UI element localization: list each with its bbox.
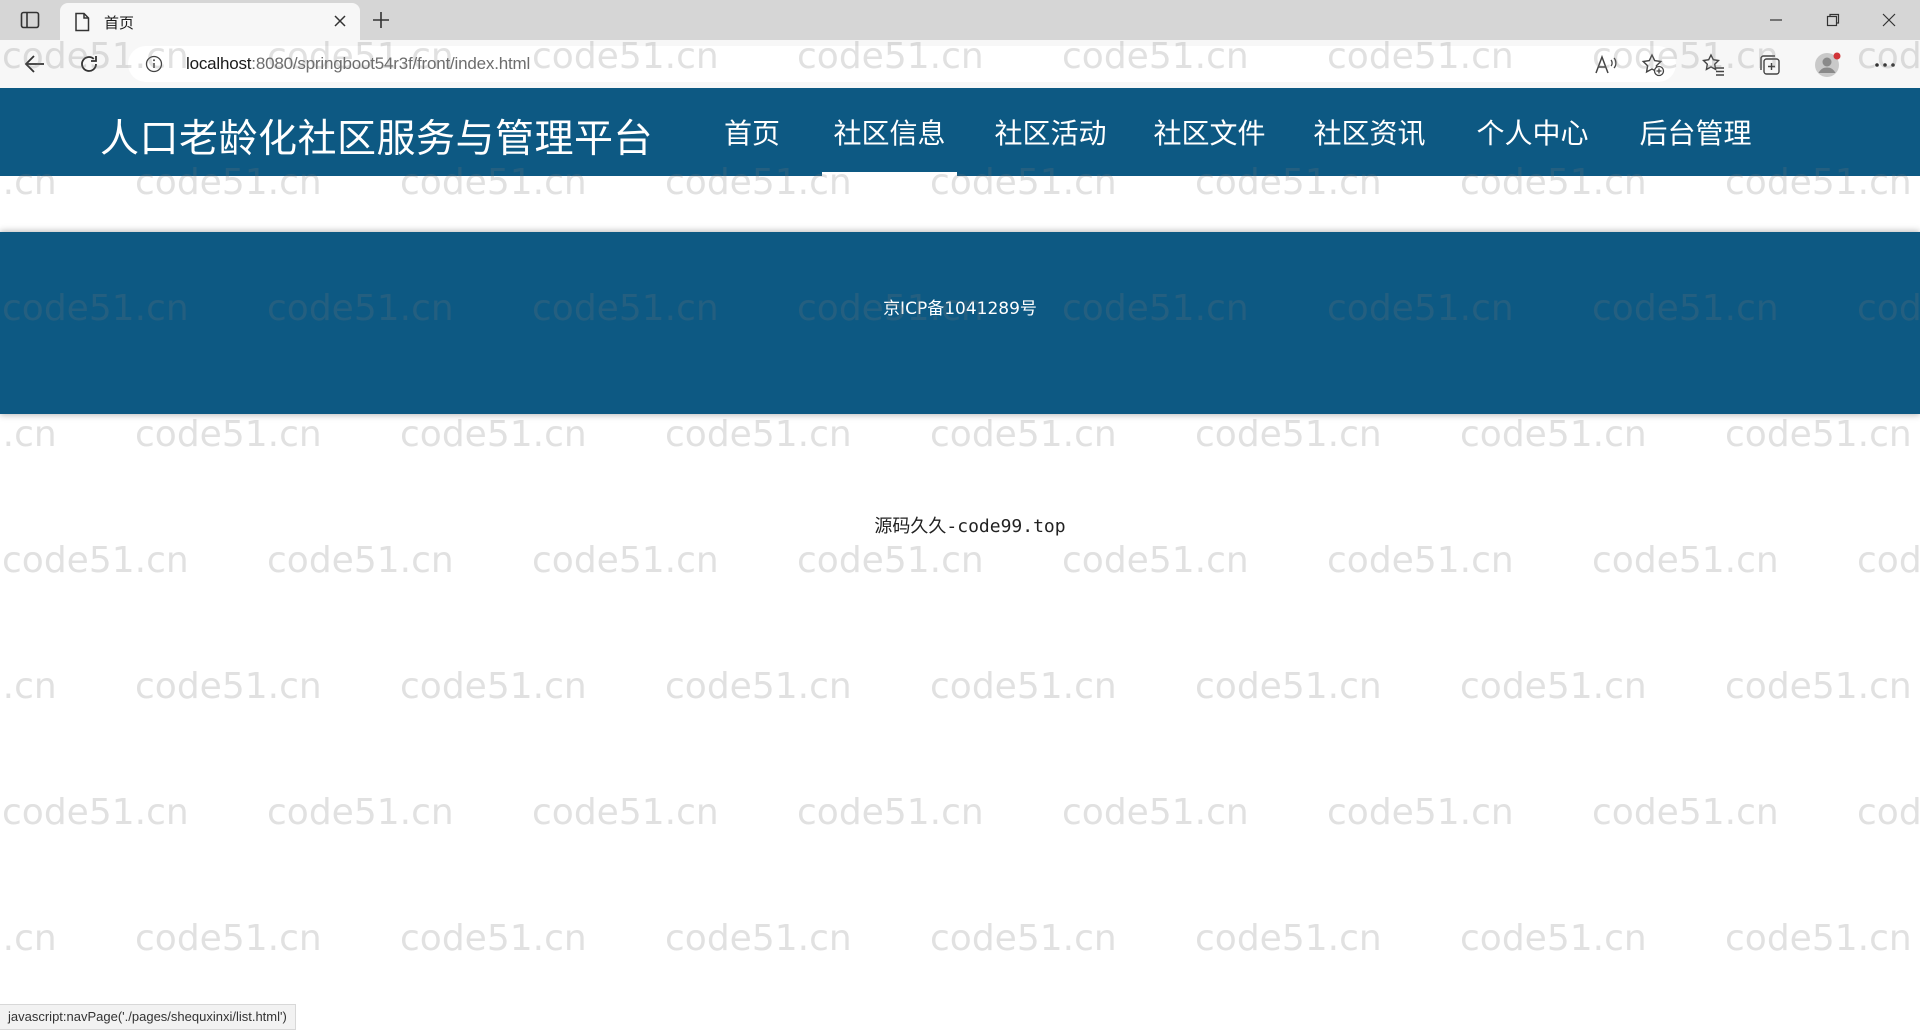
watermark-text: code51.cn <box>930 918 1117 959</box>
nav-admin[interactable]: 后台管理 <box>1628 88 1763 176</box>
watermark-row: code51.cn code51.cn code51.cn code51.cn code… <box>2 792 1920 833</box>
close-window-icon[interactable] <box>1866 6 1912 34</box>
watermark-text: code51.cn <box>532 792 719 833</box>
watermark-text: code51.cn <box>1460 918 1647 959</box>
browser-tab-bar: 首页 <box>0 0 1920 40</box>
new-tab-button[interactable] <box>368 7 394 33</box>
watermark-text: code51.cn <box>1725 666 1912 707</box>
content-area <box>0 176 1920 232</box>
watermark-text: code51.cn <box>1460 666 1647 707</box>
watermark-text: code51.cn <box>1725 918 1912 959</box>
watermark-row: code51.cn code51.cn code51.cn code51.cn code… <box>0 918 1920 959</box>
nav-community-activity[interactable]: 社区活动 <box>983 88 1118 176</box>
site-header: 人口老龄化社区服务与管理平台 首页 社区信息 社区活动 社区文件 社区资讯 个人… <box>0 88 1920 176</box>
favorites-icon[interactable] <box>1699 50 1729 80</box>
watermark-text: code51.cn <box>930 666 1117 707</box>
site-info-icon[interactable] <box>145 55 163 77</box>
watermark-text: code51.cn <box>1327 540 1514 581</box>
icp-record: 京ICP备1041289号 <box>883 299 1037 319</box>
watermark-text: code51.cn <box>135 666 322 707</box>
add-favorite-icon[interactable] <box>1638 50 1668 80</box>
watermark-text: code51.cn <box>1195 414 1382 455</box>
nav-personal-center[interactable]: 个人中心 <box>1465 88 1600 176</box>
watermark-text: code51.cn <box>0 918 57 959</box>
nav-community-info[interactable]: 社区信息 <box>822 88 957 176</box>
watermark-text: code51.cn <box>400 666 587 707</box>
watermark-text: code51.cn <box>1592 792 1779 833</box>
nav-community-files[interactable]: 社区文件 <box>1142 88 1277 176</box>
profile-avatar-icon[interactable] <box>1813 50 1843 80</box>
watermark-text: code51.cn <box>135 918 322 959</box>
watermark-text: code51.cn <box>1460 414 1647 455</box>
refresh-icon[interactable] <box>74 50 104 78</box>
watermark-text: code51.cn <box>1062 792 1249 833</box>
read-aloud-icon[interactable] <box>1591 50 1621 80</box>
nav-community-news[interactable]: 社区资讯 <box>1302 88 1437 176</box>
url-text: localhost:8080/springboot54r3f/front/ind… <box>186 54 530 74</box>
browser-tab[interactable]: 首页 <box>60 3 360 40</box>
watermark-text: code51.cn <box>665 918 852 959</box>
footer: 京ICP备1041289号 <box>0 232 1920 414</box>
back-icon[interactable] <box>20 50 50 78</box>
watermark-text: code51.cn <box>400 918 587 959</box>
watermark-text: code51.cn <box>797 792 984 833</box>
watermark-text: code51.cn <box>0 666 57 707</box>
more-options-icon[interactable] <box>1870 50 1900 80</box>
watermark-text: code51.cn <box>1857 792 1920 833</box>
watermark-text: code51.cn <box>0 414 57 455</box>
watermark-text: code51.cn <box>1592 540 1779 581</box>
watermark-text: code51.cn <box>2 540 189 581</box>
restore-icon[interactable] <box>1810 6 1856 34</box>
watermark-text: code51.cn <box>532 540 719 581</box>
watermark-text: code51.cn <box>797 540 984 581</box>
watermark-row: code51.cn code51.cn code51.cn code51.cn code… <box>0 666 1920 707</box>
tab-title: 首页 <box>104 14 135 32</box>
site-title: 人口老龄化社区服务与管理平台 <box>100 117 654 162</box>
watermark-text: code51.cn <box>930 414 1117 455</box>
watermark-text: code51.cn <box>1195 666 1382 707</box>
source-credit: 源码久久-code99.top <box>874 516 1066 537</box>
url-path: :8080/springboot54r3f/front/index.html <box>251 54 531 73</box>
minimize-icon[interactable] <box>1753 6 1799 34</box>
watermark-text: code51.cn <box>400 414 587 455</box>
watermark-text: code51.cn <box>1857 540 1920 581</box>
watermark-row: code51.cn code51.cn code51.cn code51.cn code… <box>0 414 1920 455</box>
watermark-text: code51.cn <box>267 792 454 833</box>
watermark-text: code51.cn <box>267 540 454 581</box>
close-tab-icon[interactable] <box>330 11 350 31</box>
address-bar[interactable]: localhost:8080/springboot54r3f/front/ind… <box>128 46 1676 82</box>
watermark-text: code51.cn <box>1062 540 1249 581</box>
watermark-text: code51.cn <box>665 414 852 455</box>
watermark-text: code51.cn <box>1327 792 1514 833</box>
watermark-text: code51.cn <box>135 414 322 455</box>
watermark-text: code51.cn <box>2 792 189 833</box>
url-host: localhost <box>186 54 252 73</box>
watermark-row: code51.cn code51.cn code51.cn code51.cn code… <box>2 540 1920 581</box>
watermark-text: code51.cn <box>1725 414 1912 455</box>
watermark-text: code51.cn <box>1195 918 1382 959</box>
page-icon <box>74 12 90 36</box>
collections-icon[interactable] <box>1755 50 1785 80</box>
browser-toolbar: localhost:8080/springboot54r3f/front/ind… <box>0 40 1920 89</box>
nav-home[interactable]: 首页 <box>712 88 792 176</box>
watermark-text: code51.cn <box>665 666 852 707</box>
link-status-bar: javascript:navPage('./pages/shequxinxi/l… <box>0 1004 296 1030</box>
tab-actions-icon[interactable] <box>16 8 44 32</box>
